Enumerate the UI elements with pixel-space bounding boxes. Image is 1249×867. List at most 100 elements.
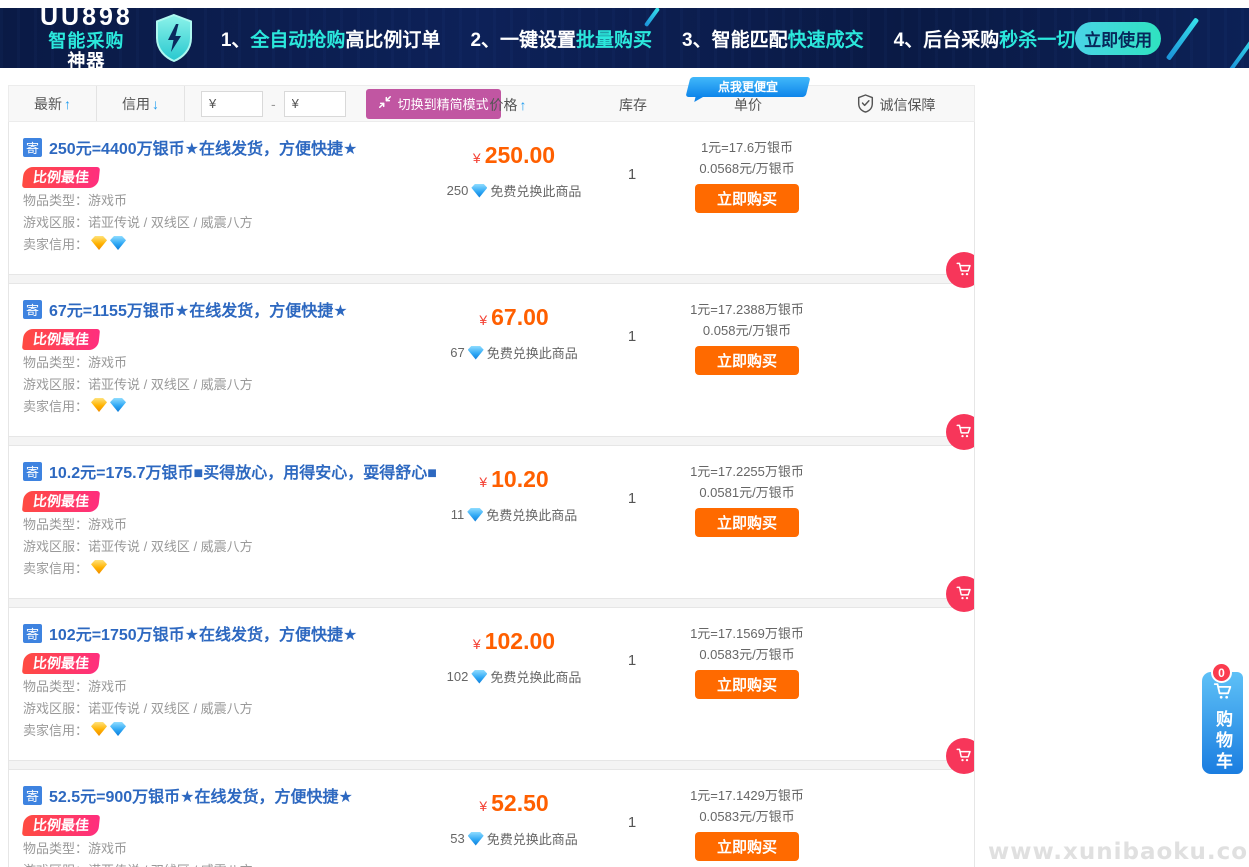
product-title-link[interactable]: 250元=4400万银币★在线发货，方便快捷★ [49, 135, 357, 159]
best-ratio-badge: 比例最佳 [22, 653, 100, 674]
credit-gem-gold-icon [91, 722, 107, 736]
item-type-row: 物品类型：游戏币 [23, 188, 357, 210]
feature-1: 1、全自动抢购高比例订单 [221, 25, 441, 52]
currency-symbol: ¥ [473, 150, 481, 166]
feature-3: 3、智能匹配快速成交 [682, 25, 864, 52]
credit-gem-blue-icon [110, 398, 126, 412]
slash-decoration [1166, 17, 1199, 60]
watermark: www.xunibaoku.com [988, 839, 1249, 865]
rate-line-2: 0.0581元/万银币 [679, 485, 815, 500]
consign-tag: 寄 [23, 138, 42, 157]
product-info: 寄 250元=4400万银币★在线发货，方便快捷★ 比例最佳 物品类型：游戏币 … [23, 135, 357, 254]
price-column: ¥52.50 53免费兑换此商品 [429, 770, 599, 848]
price: ¥67.00 [429, 304, 599, 331]
price-max-input[interactable] [284, 91, 346, 117]
seller-credit-row: 卖家信用： [23, 556, 437, 578]
price-column: ¥10.20 11免费兑换此商品 [429, 446, 599, 524]
item-type-row: 物品类型：游戏币 [23, 350, 348, 372]
product-title-link[interactable]: 102元=1750万银币★在线发货，方便快捷★ [49, 621, 357, 645]
redeem-info: 102免费兑换此商品 [429, 667, 599, 686]
credit-gems [91, 236, 126, 250]
game-server-row: 游戏区服：诺亚传说 / 双线区 / 威震八方 [23, 372, 348, 394]
banner-features: 1、全自动抢购高比例订单 2、一键设置批量购买 3、智能匹配快速成交 4、后台采… [221, 25, 1075, 52]
add-to-cart-button[interactable] [946, 576, 975, 612]
credit-gem-gold-icon [91, 236, 107, 250]
rate-line-1: 1元=17.1569万银币 [679, 626, 815, 641]
rate-line-2: 0.0568元/万银币 [679, 161, 815, 176]
rate-line-1: 1元=17.2388万银币 [679, 302, 815, 317]
seller-credit-row: 卖家信用： [23, 394, 348, 416]
sort-credit[interactable]: 信用↓ [97, 86, 185, 121]
add-to-cart-button[interactable] [946, 738, 975, 774]
product-title-link[interactable]: 10.2元=175.7万银币■买得放心，用得安心，耍得舒心■ [49, 459, 437, 483]
cart-icon [1212, 680, 1234, 707]
product-info: 寄 52.5元=900万银币★在线发货，方便快捷★ 比例最佳 物品类型：游戏币 … [23, 783, 353, 867]
rate-line-1: 1元=17.1429万银币 [679, 788, 815, 803]
currency-symbol: ¥ [479, 474, 487, 490]
arrow-up-icon: ↑ [64, 96, 71, 112]
product-card: 寄 250元=4400万银币★在线发货，方便快捷★ 比例最佳 物品类型：游戏币 … [9, 122, 974, 274]
buy-now-button[interactable]: 立即购买 [695, 508, 799, 537]
price: ¥52.50 [429, 790, 599, 817]
row-separator [9, 598, 974, 608]
product-list: 寄 250元=4400万银币★在线发货，方便快捷★ 比例最佳 物品类型：游戏币 … [8, 122, 975, 867]
buy-now-button[interactable]: 立即购买 [695, 346, 799, 375]
product-title-link[interactable]: 67元=1155万银币★在线发货，方便快捷★ [49, 297, 348, 321]
cart-icon [955, 746, 973, 767]
credit-gem-gold-icon [91, 398, 107, 412]
column-header-price[interactable]: 价格↑ [463, 86, 553, 123]
use-now-button[interactable]: 立即使用 [1075, 22, 1161, 55]
buy-now-button[interactable]: 立即购买 [695, 184, 799, 213]
redeem-info: 250免费兑换此商品 [429, 181, 599, 200]
buy-now-button[interactable]: 立即购买 [695, 670, 799, 699]
product-card: 寄 67元=1155万银币★在线发货，方便快捷★ 比例最佳 物品类型：游戏币 游… [9, 284, 974, 436]
best-ratio-badge: 比例最佳 [22, 167, 100, 188]
price-column: ¥102.00 102免费兑换此商品 [429, 608, 599, 686]
integrity-guarantee[interactable]: 诚信保障 [821, 86, 971, 123]
floating-cart-widget[interactable]: 0 购物车 [1202, 672, 1243, 774]
consign-tag: 寄 [23, 462, 42, 481]
shield-check-icon [857, 94, 874, 116]
unit-price-column: 1元=17.2255万银币 0.0581元/万银币 立即购买 [679, 464, 815, 537]
price: ¥102.00 [429, 628, 599, 655]
redeem-info: 67免费兑换此商品 [429, 343, 599, 362]
credit-gems [91, 398, 126, 412]
sort-newest[interactable]: 最新↑ [9, 86, 97, 121]
logo-title: UU898 [40, 8, 133, 32]
product-title-link[interactable]: 52.5元=900万银币★在线发货，方便快捷★ [49, 783, 353, 807]
product-card: 寄 10.2元=175.7万银币■买得放心，用得安心，耍得舒心■ 比例最佳 物品… [9, 446, 974, 598]
game-server-row: 游戏区服：诺亚传说 / 双线区 / 威震八方 [23, 696, 357, 718]
product-info: 寄 102元=1750万银币★在线发货，方便快捷★ 比例最佳 物品类型：游戏币 … [23, 621, 357, 740]
credit-gem-blue-icon [110, 722, 126, 736]
rate-line-2: 0.058元/万银币 [679, 323, 815, 338]
filter-bar: 最新↑ 信用↓ - 切换到精简模式 价格↑ 库存 单价 点我更便宜 [8, 85, 975, 122]
game-server-row: 游戏区服：诺亚传说 / 双线区 / 威震八方 [23, 210, 357, 232]
blue-gem-icon [468, 832, 484, 846]
uu898-logo: UU898 智能采购神器 [40, 8, 133, 68]
consign-tag: 寄 [23, 786, 42, 805]
page: UU898 智能采购神器 1、全自动抢购高比例订单 2、一键设置批量购买 3、智… [0, 0, 1249, 867]
best-ratio-badge: 比例最佳 [22, 329, 100, 350]
product-card: 寄 102元=1750万银币★在线发货，方便快捷★ 比例最佳 物品类型：游戏币 … [9, 608, 974, 760]
price: ¥250.00 [429, 142, 599, 169]
range-dash: - [271, 96, 276, 112]
product-card: 寄 52.5元=900万银币★在线发货，方便快捷★ 比例最佳 物品类型：游戏币 … [9, 770, 974, 867]
credit-gems [91, 560, 107, 574]
product-info: 寄 67元=1155万银币★在线发货，方便快捷★ 比例最佳 物品类型：游戏币 游… [23, 297, 348, 416]
add-to-cart-button[interactable] [946, 252, 975, 288]
item-type-row: 物品类型：游戏币 [23, 674, 357, 696]
feature-2: 2、一键设置批量购买 [470, 25, 652, 52]
price: ¥10.20 [429, 466, 599, 493]
buy-now-button[interactable]: 立即购买 [695, 832, 799, 861]
unit-price-column: 1元=17.1569万银币 0.0583元/万银币 立即购买 [679, 626, 815, 699]
logo-subtitle: 智能采购神器 [40, 32, 133, 68]
cheaper-tip-badge[interactable]: 点我更便宜 [686, 77, 811, 97]
price-min-input[interactable] [201, 91, 263, 117]
add-to-cart-button[interactable] [946, 414, 975, 450]
best-ratio-badge: 比例最佳 [22, 815, 100, 836]
consign-tag: 寄 [23, 300, 42, 319]
unit-price-column: 1元=17.1429万银币 0.0583元/万银币 立即购买 [679, 788, 815, 861]
shield-lightning-icon [153, 13, 195, 63]
cart-icon [955, 260, 973, 281]
currency-symbol: ¥ [479, 312, 487, 328]
